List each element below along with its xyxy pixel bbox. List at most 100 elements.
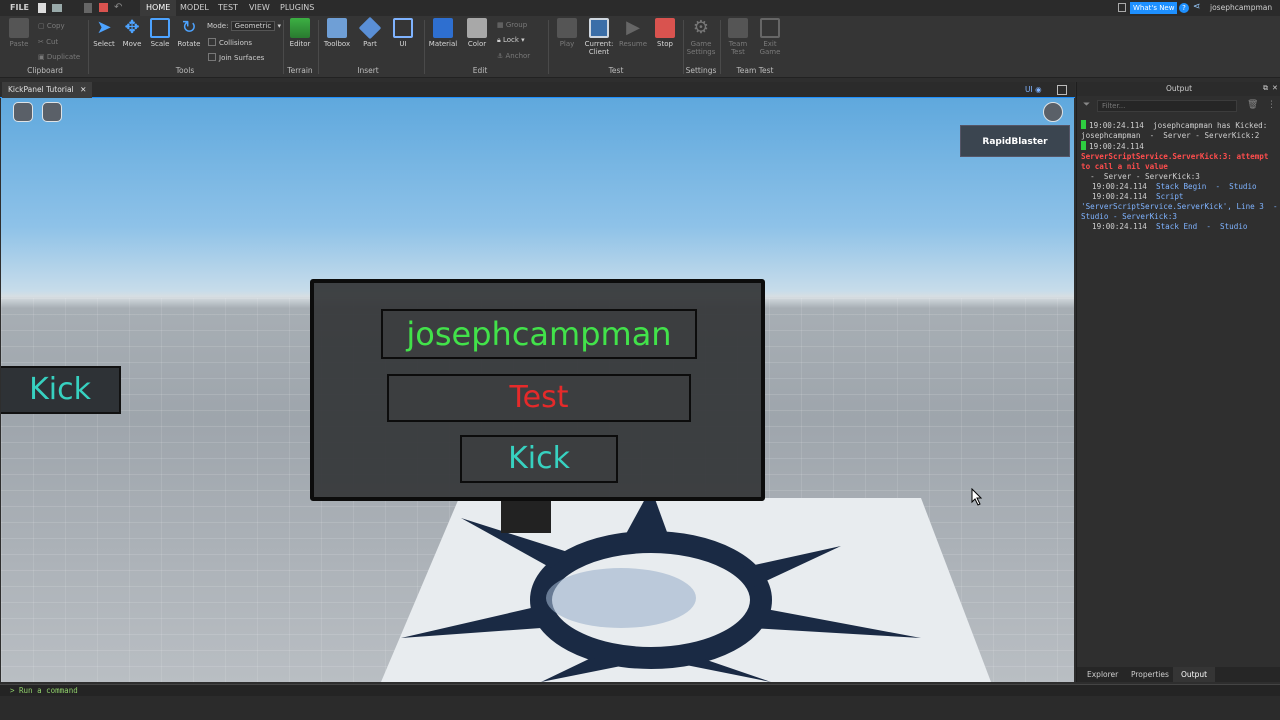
ui-visibility-toggle[interactable]: UI ◉ — [1025, 82, 1042, 98]
open-kick-panel-button[interactable]: Kick — [1, 366, 121, 414]
ribbon: Paste ▢ Copy ✂ Cut ▣ Duplicate Clipboard… — [0, 16, 1280, 78]
kick-reason-textbox[interactable]: Test — [387, 374, 691, 422]
rotate-tool[interactable]: ↻ Rotate — [174, 18, 204, 49]
command-prompt-icon: > — [10, 686, 20, 695]
output-text: Stack Begin - Studio — [1156, 182, 1257, 191]
status-bar — [0, 696, 1280, 720]
output-title: Output — [1077, 82, 1280, 96]
cut-button[interactable]: ✂ Cut — [38, 38, 58, 46]
output-line: ServerScriptService.ServerKick:3: attemp… — [1081, 152, 1279, 172]
material-icon — [433, 18, 453, 38]
undo-icon[interactable]: ↶ — [114, 2, 122, 13]
group-button[interactable]: ▦ Group — [497, 21, 527, 29]
bottom-panel-tabs: Explorer Properties Output — [1077, 667, 1280, 682]
lock-icon: 🔒︎ — [497, 36, 501, 44]
play-button[interactable]: Play — [552, 18, 582, 48]
open-file-icon[interactable] — [52, 4, 62, 12]
toolbox-icon — [327, 18, 347, 38]
current-client-button[interactable]: Current: Client — [584, 18, 614, 56]
filter-icon[interactable]: ⏷ — [1083, 100, 1090, 110]
tab-home[interactable]: HOME — [140, 0, 177, 16]
output-text: - Server - ServerKick:3 — [1081, 172, 1200, 181]
collisions-toggle[interactable]: Collisions — [208, 38, 252, 47]
message-marker-icon — [1081, 141, 1086, 150]
leaderboard-player[interactable]: RapidBlaster — [960, 125, 1070, 157]
player-name-textbox[interactable]: josephcampman — [381, 309, 697, 359]
duplicate-button[interactable]: ▣ Duplicate — [38, 53, 80, 61]
terrain-editor-button[interactable]: Editor — [285, 18, 315, 48]
help-icon[interactable]: ? — [1179, 3, 1189, 13]
character-shadow — [546, 568, 696, 628]
copy-button[interactable]: ▢ Copy — [38, 22, 65, 30]
lock-button[interactable]: 🔒︎ Lock ▾ — [497, 36, 525, 45]
document-tab[interactable]: KickPanel Tutorial ✕ — [2, 82, 93, 98]
dock-icon[interactable]: ⧉ — [1263, 84, 1268, 93]
team-test-group-label: Team Test — [736, 66, 774, 75]
output-log: 19:00:24.114 josephcampman has Kicked: j… — [1081, 120, 1279, 232]
tab-explorer[interactable]: Explorer — [1079, 667, 1126, 682]
chat-icon[interactable] — [42, 102, 62, 122]
menu-bar: FILE ↶ HOME MODEL TEST VIEW PLUGINS What… — [0, 0, 1280, 16]
anchor-icon: ⚓︎ — [497, 52, 504, 60]
kick-button[interactable]: Kick — [460, 435, 618, 483]
tab-output[interactable]: Output — [1173, 667, 1216, 682]
ui-frame-icon — [393, 18, 413, 38]
move-arrows-icon: ✥ — [124, 17, 140, 38]
clipboard-group-label: Clipboard — [27, 66, 63, 75]
ui-button[interactable]: UI — [388, 18, 418, 48]
notification-icon[interactable] — [1118, 3, 1126, 12]
paste-button[interactable]: Paste — [4, 18, 34, 48]
team-test-icon — [728, 18, 748, 38]
output-text: Stack End - Studio — [1156, 222, 1248, 231]
tab-properties[interactable]: Properties — [1123, 667, 1177, 682]
share-icon[interactable]: ⋖ — [1193, 2, 1201, 12]
tab-test[interactable]: TEST — [212, 0, 244, 16]
whats-new-button[interactable]: What's New — [1130, 2, 1178, 14]
spawn-pad — [381, 498, 991, 682]
move-tool[interactable]: ✥ Move — [117, 17, 147, 49]
color-button[interactable]: Color — [462, 18, 492, 48]
stop-small-icon[interactable] — [99, 3, 108, 12]
close-icon[interactable]: ✕ — [80, 85, 86, 94]
toolbox-button[interactable]: Toolbox — [322, 18, 352, 48]
paste-icon — [9, 18, 29, 38]
file-menu[interactable]: FILE — [4, 0, 35, 16]
exit-game-button[interactable]: Exit Game — [755, 18, 785, 56]
terrain-icon — [290, 18, 310, 38]
exit-icon — [760, 18, 780, 38]
material-button[interactable]: Material — [428, 18, 458, 48]
tab-view[interactable]: VIEW — [243, 0, 276, 16]
roblox-menu-icon[interactable] — [13, 102, 33, 122]
more-options-icon[interactable] — [1043, 102, 1063, 122]
new-file-icon[interactable] — [38, 3, 46, 13]
character-legs — [501, 498, 551, 533]
game-settings-button[interactable]: ⚙ Game Settings — [686, 18, 716, 57]
output-filter-input[interactable]: Filter... — [1097, 100, 1237, 112]
resume-button[interactable]: ▶ Resume — [618, 17, 648, 49]
tab-plugins[interactable]: PLUGINS — [274, 0, 320, 16]
document-tab-bar: KickPanel Tutorial ✕ UI ◉ — [0, 82, 1075, 98]
3d-viewport[interactable]: RapidBlaster Kick josephcampman Test Kic… — [1, 98, 1074, 682]
maximize-icon[interactable] — [1057, 85, 1067, 95]
more-vertical-icon[interactable]: ⋮ — [1267, 100, 1276, 110]
stop-icon — [655, 18, 675, 38]
mode-selector[interactable]: Mode: Geometric ▾ — [207, 21, 281, 31]
anchor-button[interactable]: ⚓︎ Anchor — [497, 52, 530, 60]
select-tool[interactable]: ➤ Select — [89, 18, 119, 49]
tab-model[interactable]: MODEL — [174, 0, 215, 16]
play-small-icon[interactable] — [84, 3, 92, 13]
scale-tool[interactable]: Scale — [145, 18, 175, 48]
trash-icon[interactable]: 🗑︎ — [1247, 100, 1258, 110]
part-button[interactable]: Part — [355, 16, 385, 48]
username-label[interactable]: josephcampman — [1210, 0, 1272, 16]
resume-icon: ▶ — [626, 17, 640, 38]
output-line: 19:00:24.114 Script 'ServerScriptService… — [1081, 192, 1279, 222]
mouse-cursor-icon — [971, 488, 983, 506]
team-test-button[interactable]: Team Test — [723, 18, 753, 56]
command-bar-input[interactable]: > Run a command — [0, 684, 1280, 696]
output-line: 19:00:24.114 Stack Begin - Studio — [1081, 182, 1279, 192]
stop-button[interactable]: Stop — [650, 18, 680, 48]
kick-panel: josephcampman Test Kick — [310, 279, 765, 501]
close-icon[interactable]: ✕ — [1272, 84, 1278, 92]
join-surfaces-toggle[interactable]: Join Surfaces — [208, 53, 264, 62]
